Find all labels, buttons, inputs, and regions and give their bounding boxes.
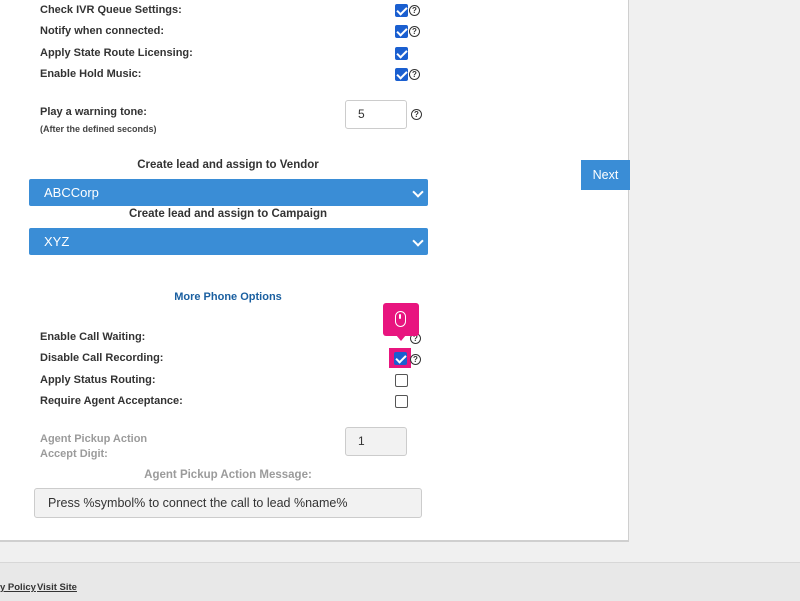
chevron-down-icon bbox=[412, 235, 424, 247]
click-indicator bbox=[383, 303, 419, 341]
visit-site-link[interactable]: Visit Site bbox=[37, 582, 77, 593]
status-routing-checkbox[interactable] bbox=[395, 374, 408, 387]
next-button[interactable]: Next bbox=[581, 160, 630, 190]
footer: y Policy Visit Site bbox=[0, 562, 800, 601]
right-background bbox=[629, 0, 800, 562]
pickup-message-input[interactable]: Press %symbol% to connect the call to le… bbox=[34, 488, 422, 518]
help-icon[interactable]: ? bbox=[411, 109, 422, 120]
vendor-label: Create lead and assign to Vendor bbox=[137, 159, 319, 171]
privacy-policy-link[interactable]: y Policy bbox=[0, 582, 36, 593]
settings-panel: Check IVR Queue Settings: ? Notify when … bbox=[0, 0, 629, 542]
agent-acceptance-label: Require Agent Acceptance: bbox=[40, 395, 183, 407]
notify-connected-checkbox[interactable] bbox=[395, 25, 408, 38]
hold-music-label: Enable Hold Music: bbox=[40, 68, 142, 80]
notify-connected-label: Notify when connected: bbox=[40, 25, 165, 37]
help-icon[interactable]: ? bbox=[409, 69, 420, 80]
warning-tone-seconds-input[interactable]: 5 bbox=[345, 100, 407, 129]
check-ivr-checkbox[interactable] bbox=[395, 4, 408, 17]
warning-tone-note: (After the defined seconds) bbox=[40, 124, 157, 134]
call-recording-label: Disable Call Recording: bbox=[40, 352, 164, 364]
more-phone-options-link[interactable]: More Phone Options bbox=[28, 291, 428, 303]
call-waiting-label: Enable Call Waiting: bbox=[40, 331, 146, 343]
call-recording-checkbox[interactable] bbox=[394, 352, 407, 365]
chevron-down-icon bbox=[412, 186, 424, 198]
mouse-icon bbox=[395, 311, 406, 327]
help-icon[interactable]: ? bbox=[409, 26, 420, 37]
hold-music-checkbox[interactable] bbox=[395, 68, 408, 81]
status-routing-label: Apply Status Routing: bbox=[40, 374, 156, 386]
pickup-message-label: Agent Pickup Action Message: bbox=[144, 469, 312, 481]
agent-acceptance-checkbox[interactable] bbox=[395, 395, 408, 408]
vendor-selected-value: ABCCorp bbox=[44, 185, 99, 200]
campaign-selected-value: XYZ bbox=[44, 234, 70, 249]
pickup-digit-input[interactable]: 1 bbox=[345, 427, 407, 456]
pickup-digit-label-line1: Agent Pickup Action bbox=[40, 433, 148, 445]
warning-tone-label: Play a warning tone: bbox=[40, 106, 147, 118]
campaign-select[interactable]: XYZ bbox=[29, 228, 428, 255]
help-icon[interactable]: ? bbox=[409, 5, 420, 16]
pickup-digit-label-line2: Accept Digit: bbox=[40, 448, 108, 460]
state-route-label: Apply State Route Licensing: bbox=[40, 47, 193, 59]
check-ivr-label: Check IVR Queue Settings: bbox=[40, 4, 182, 16]
campaign-label: Create lead and assign to Campaign bbox=[128, 208, 328, 220]
help-icon[interactable]: ? bbox=[410, 354, 421, 365]
state-route-checkbox[interactable] bbox=[395, 47, 408, 60]
vendor-select[interactable]: ABCCorp bbox=[29, 179, 428, 206]
